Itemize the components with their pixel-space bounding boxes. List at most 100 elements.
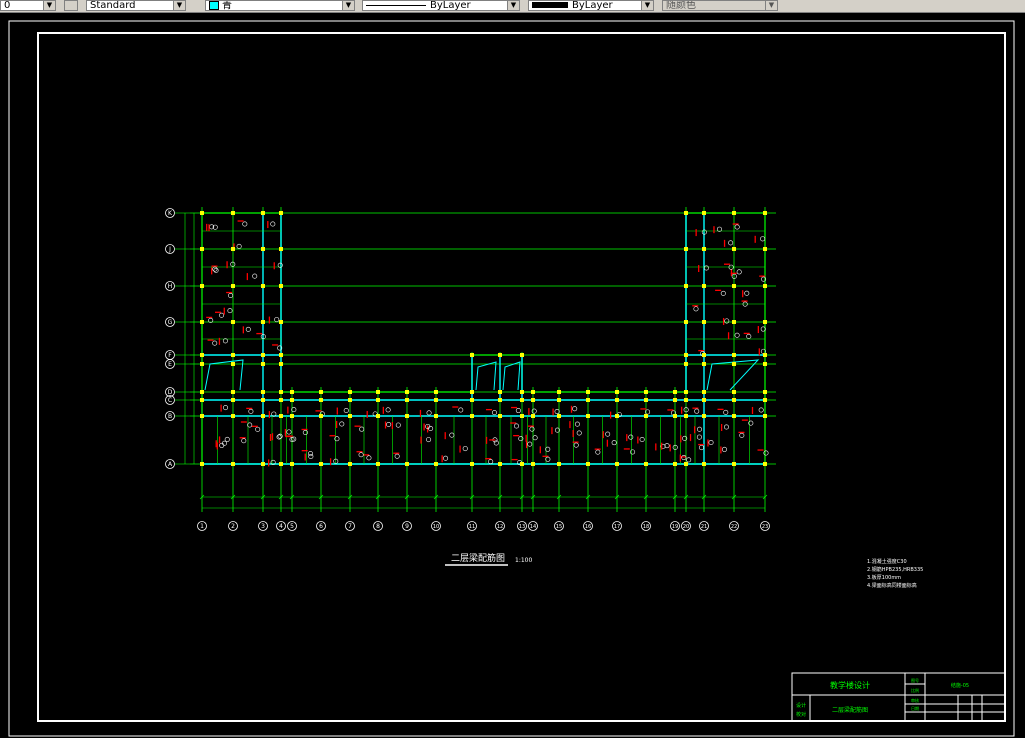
column-marker bbox=[200, 320, 204, 324]
drawing-name: 二层梁配筋图 bbox=[832, 706, 868, 714]
layer-dropdown[interactable]: 0 ▼ bbox=[0, 0, 56, 11]
annotation-circle bbox=[611, 440, 617, 446]
annotation-circle bbox=[443, 455, 449, 461]
annotation-circle bbox=[302, 429, 308, 435]
column-marker bbox=[763, 462, 767, 466]
lineweight-dropdown[interactable]: ByLayer ▼ bbox=[528, 0, 654, 11]
column-marker bbox=[732, 462, 736, 466]
column-marker bbox=[376, 390, 380, 394]
annotation-circle bbox=[213, 267, 219, 273]
column-marker bbox=[684, 320, 688, 324]
annotation-circle bbox=[339, 421, 345, 427]
text-style-icon[interactable] bbox=[64, 0, 78, 11]
column-marker bbox=[231, 462, 235, 466]
stair-outline bbox=[475, 361, 497, 391]
row-axis-label: G bbox=[168, 319, 173, 326]
annotation-circle bbox=[716, 226, 722, 232]
column-marker bbox=[763, 390, 767, 394]
column-marker bbox=[732, 353, 736, 357]
annotation-circle bbox=[595, 449, 601, 455]
column-marker bbox=[200, 462, 204, 466]
column-marker bbox=[290, 462, 294, 466]
annotation-circle bbox=[426, 437, 432, 443]
column-marker bbox=[702, 390, 706, 394]
column-marker bbox=[279, 398, 283, 402]
column-marker bbox=[279, 362, 283, 366]
column-marker bbox=[702, 462, 706, 466]
plot-style-dropdown[interactable]: 随颜色 ▼ bbox=[662, 0, 778, 11]
annotation-circle bbox=[628, 434, 634, 440]
column-marker bbox=[200, 211, 204, 215]
annotation-circle bbox=[696, 434, 702, 440]
annotation-circle bbox=[728, 240, 734, 246]
column-marker bbox=[586, 398, 590, 402]
column-marker bbox=[520, 414, 524, 418]
column-marker bbox=[498, 414, 502, 418]
column-marker bbox=[684, 211, 688, 215]
column-marker bbox=[405, 398, 409, 402]
chevron-down-icon[interactable]: ▼ bbox=[765, 1, 777, 10]
column-marker bbox=[231, 414, 235, 418]
column-marker bbox=[615, 398, 619, 402]
column-marker bbox=[531, 398, 535, 402]
col-axis-label: 1 bbox=[200, 523, 204, 530]
column-marker bbox=[684, 414, 688, 418]
text-style-value: Standard bbox=[90, 0, 136, 11]
column-marker bbox=[557, 390, 561, 394]
column-marker bbox=[261, 362, 265, 366]
annotation-circle bbox=[223, 405, 229, 411]
annotation-circle bbox=[462, 446, 468, 452]
annotation-circle bbox=[694, 408, 700, 414]
column-marker bbox=[231, 320, 235, 324]
column-marker bbox=[261, 211, 265, 215]
annotation-circle bbox=[270, 221, 276, 227]
chevron-down-icon[interactable]: ▼ bbox=[173, 1, 185, 10]
column-marker bbox=[348, 398, 352, 402]
chevron-down-icon[interactable]: ▼ bbox=[507, 1, 519, 10]
column-marker bbox=[498, 398, 502, 402]
annotation-circle bbox=[426, 410, 432, 416]
chevron-down-icon[interactable]: ▼ bbox=[342, 1, 354, 10]
stair-outline bbox=[502, 361, 521, 391]
annotation-circle bbox=[395, 422, 401, 428]
annotation-circle bbox=[746, 333, 752, 339]
color-dropdown[interactable]: 青 ▼ bbox=[205, 0, 355, 11]
linetype-dropdown[interactable]: ByLayer ▼ bbox=[362, 0, 520, 11]
column-marker bbox=[673, 414, 677, 418]
annotation-circle bbox=[723, 424, 729, 430]
drawing-canvas[interactable]: KJHGFEDCBA1 2 3 4 5 6 7 8 9 10 11 12 13 14 15 16 17 18 19 2… bbox=[0, 12, 1025, 738]
annotation-circle bbox=[572, 406, 578, 412]
column-marker bbox=[231, 398, 235, 402]
annotation-circle bbox=[212, 340, 218, 346]
linetype-value: ByLayer bbox=[430, 0, 471, 11]
annotation-circle bbox=[385, 407, 391, 413]
text-style-dropdown[interactable]: Standard ▼ bbox=[86, 0, 186, 11]
column-marker bbox=[702, 320, 706, 324]
column-marker bbox=[673, 462, 677, 466]
column-marker bbox=[615, 414, 619, 418]
annotation-circle bbox=[228, 293, 234, 299]
column-marker bbox=[279, 320, 283, 324]
annotation-circle bbox=[449, 432, 455, 438]
column-marker bbox=[470, 353, 474, 357]
col-axis-label: 7 bbox=[348, 523, 352, 530]
chevron-down-icon[interactable]: ▼ bbox=[641, 1, 653, 10]
column-marker bbox=[405, 414, 409, 418]
col-axis-label: 2 bbox=[231, 523, 235, 530]
column-marker bbox=[279, 462, 283, 466]
col-axis-label: 20 bbox=[683, 524, 689, 530]
lineweight-value: ByLayer bbox=[572, 0, 613, 11]
column-marker bbox=[684, 462, 688, 466]
annotation-circle bbox=[286, 429, 292, 435]
col-axis-label: 23 bbox=[762, 524, 768, 530]
annotation-circle bbox=[236, 243, 242, 249]
annotation-circle bbox=[458, 407, 464, 413]
column-marker bbox=[470, 390, 474, 394]
label-drawing-no: 图号 bbox=[911, 677, 919, 683]
title-block: 教学楼设计 二层梁配筋图 图号 比例 结施-05 设计 校对 审核 日期 bbox=[791, 672, 1006, 722]
annotation-circle bbox=[532, 435, 538, 441]
chevron-down-icon[interactable]: ▼ bbox=[43, 1, 55, 10]
label-review: 审核 bbox=[911, 697, 919, 703]
column-marker bbox=[434, 462, 438, 466]
column-marker bbox=[470, 398, 474, 402]
